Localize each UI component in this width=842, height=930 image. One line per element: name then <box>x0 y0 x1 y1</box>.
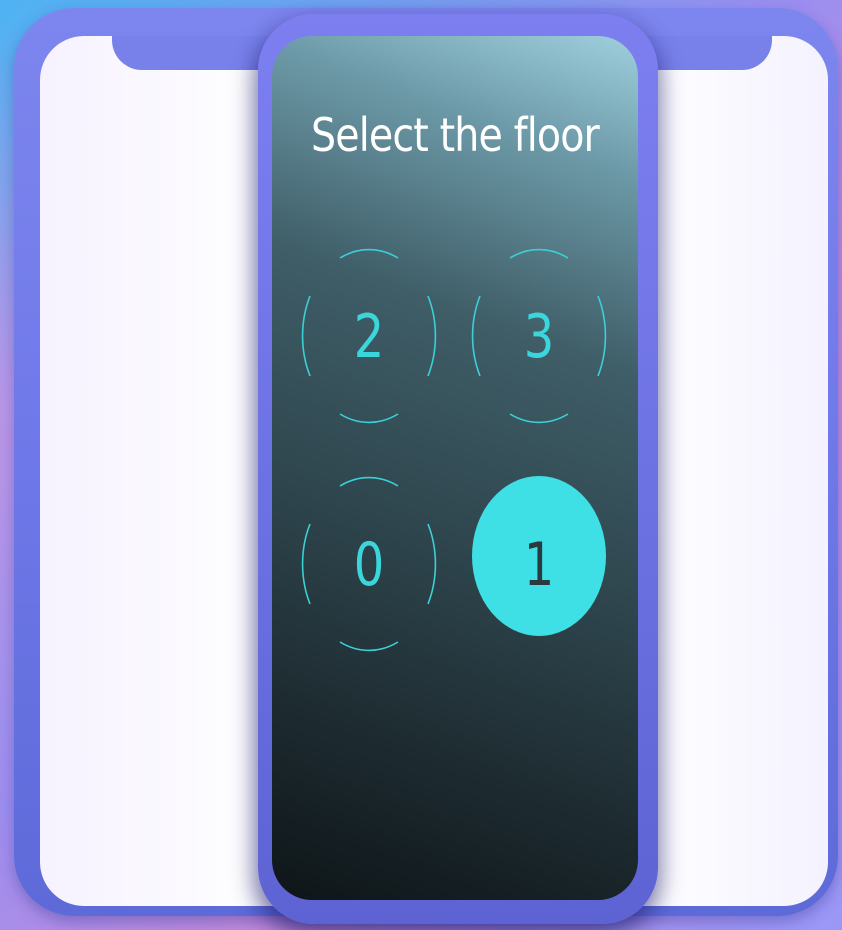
floor-label: 0 <box>353 530 385 600</box>
floor-label: 3 <box>523 302 555 372</box>
front-phone-screen: Select the floor 2 3 0 1 <box>272 36 638 900</box>
floor-label: 2 <box>353 302 385 372</box>
page-title: Select the floor <box>311 108 600 162</box>
floor-button-1[interactable]: 1 <box>470 474 608 654</box>
floor-button-3[interactable]: 3 <box>470 246 608 426</box>
floor-button-2[interactable]: 2 <box>300 246 438 426</box>
floor-label: 1 <box>523 530 555 600</box>
floor-button-0[interactable]: 0 <box>300 474 438 654</box>
